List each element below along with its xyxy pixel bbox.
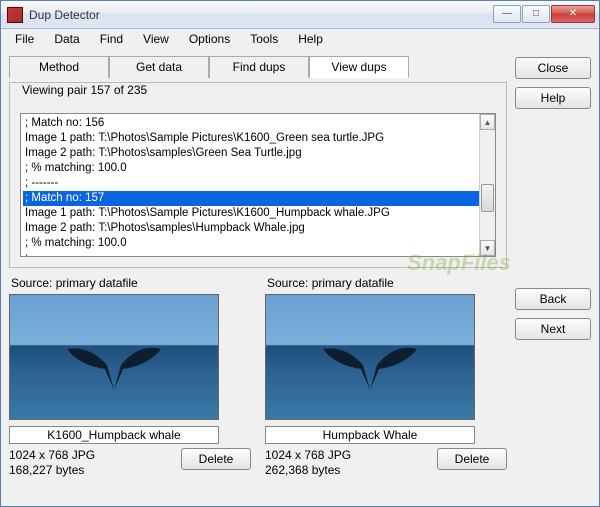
- whale-tail-icon: [59, 335, 169, 405]
- tabs-row: Method Get data Find dups View dups: [9, 55, 507, 77]
- titlebar: Dup Detector — □ ✕: [1, 1, 599, 29]
- thumb-1-dimensions: 1024 x 768 JPG: [9, 448, 175, 463]
- list-line[interactable]: Image 1 path: T:\Photos\Sample Pictures\…: [23, 206, 493, 221]
- thumbnail-2-column: Source: primary datafile Humpback Whale …: [265, 276, 507, 478]
- thumb-2-dimensions: 1024 x 768 JPG: [265, 448, 431, 463]
- app-icon: [7, 7, 23, 23]
- thumbnail-2-image[interactable]: [265, 294, 475, 420]
- menu-tools[interactable]: Tools: [240, 30, 288, 48]
- tab-find-dups[interactable]: Find dups: [209, 56, 309, 78]
- minimize-button[interactable]: —: [493, 5, 521, 23]
- menubar: File Data Find View Options Tools Help: [1, 29, 599, 49]
- list-line[interactable]: Image 1 path: T:\Photos\Sample Pictures\…: [23, 131, 493, 146]
- next-button[interactable]: Next: [515, 318, 591, 340]
- whale-tail-icon: [315, 335, 425, 405]
- right-buttons-column: Close Help Back Next: [515, 55, 591, 498]
- menu-find[interactable]: Find: [90, 30, 133, 48]
- thumbnails-row: SnapFiles Source: primary datafile K1600…: [9, 276, 507, 478]
- scroll-up-icon[interactable]: ▲: [480, 114, 495, 130]
- thumb-1-filename: K1600_Humpback whale: [9, 426, 219, 444]
- menu-view[interactable]: View: [133, 30, 179, 48]
- tab-view-dups[interactable]: View dups: [309, 56, 409, 78]
- content-area: Method Get data Find dups View dups View…: [1, 49, 599, 506]
- thumb-2-filename: Humpback Whale: [265, 426, 475, 444]
- thumb-2-filesize: 262,368 bytes: [265, 463, 431, 478]
- list-line[interactable]: Image 2 path: T:\Photos\samples\Humpback…: [23, 221, 493, 236]
- list-line[interactable]: ; -------: [23, 176, 493, 191]
- list-line[interactable]: Image 2 path: T:\Photos\samples\Green Se…: [23, 146, 493, 161]
- window-title: Dup Detector: [29, 8, 493, 22]
- close-button[interactable]: Close: [515, 57, 591, 79]
- thumb-1-delete-button[interactable]: Delete: [181, 448, 251, 470]
- thumb-2-source: Source: primary datafile: [265, 276, 507, 290]
- menu-options[interactable]: Options: [179, 30, 240, 48]
- match-listbox[interactable]: ; Match no: 156Image 1 path: T:\Photos\S…: [20, 113, 496, 257]
- scroll-thumb[interactable]: [481, 184, 494, 212]
- list-line[interactable]: ; Match no: 156: [23, 116, 493, 131]
- list-line[interactable]: ; -------: [23, 251, 493, 257]
- menu-file[interactable]: File: [5, 30, 44, 48]
- thumb-1-filesize: 168,227 bytes: [9, 463, 175, 478]
- tab-method[interactable]: Method: [9, 56, 109, 78]
- listbox-scrollbar[interactable]: ▲ ▼: [479, 114, 495, 256]
- back-button[interactable]: Back: [515, 288, 591, 310]
- maximize-button[interactable]: □: [522, 5, 550, 23]
- list-line[interactable]: ; Match no: 157: [23, 191, 493, 206]
- menu-data[interactable]: Data: [44, 30, 89, 48]
- tab-get-data[interactable]: Get data: [109, 56, 209, 78]
- menu-help[interactable]: Help: [288, 30, 333, 48]
- scroll-down-icon[interactable]: ▼: [480, 240, 495, 256]
- app-window: Dup Detector — □ ✕ File Data Find View O…: [0, 0, 600, 507]
- thumb-2-delete-button[interactable]: Delete: [437, 448, 507, 470]
- list-line[interactable]: ; % matching: 100.0: [23, 236, 493, 251]
- window-close-button[interactable]: ✕: [551, 5, 595, 23]
- help-button[interactable]: Help: [515, 87, 591, 109]
- list-line[interactable]: ; % matching: 100.0: [23, 161, 493, 176]
- thumbnail-1-image[interactable]: [9, 294, 219, 420]
- viewing-group: Viewing pair 157 of 235 ; Match no: 156I…: [9, 82, 507, 268]
- thumbnail-1-column: Source: primary datafile K1600_Humpback …: [9, 276, 251, 478]
- thumb-1-source: Source: primary datafile: [9, 276, 251, 290]
